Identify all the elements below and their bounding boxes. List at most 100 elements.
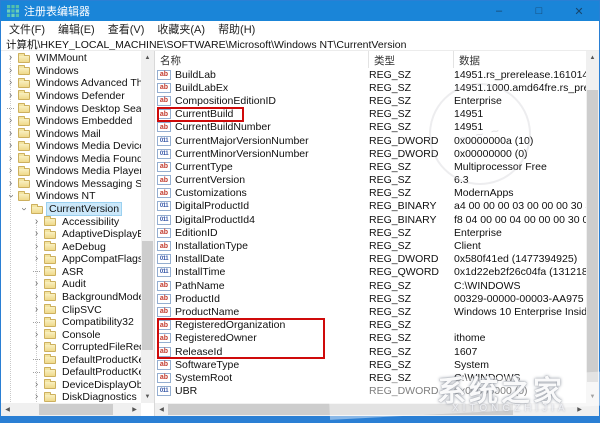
column-header-data[interactable]: 数据 xyxy=(454,51,586,68)
registry-value-row[interactable]: abCurrentBuildREG_SZ14951 xyxy=(155,108,586,121)
menu-item[interactable]: 编辑(E) xyxy=(54,21,104,37)
tree-item-windows-embedded[interactable]: ›Windows Embedded xyxy=(1,115,141,128)
expand-icon[interactable]: › xyxy=(4,166,17,176)
expand-icon[interactable]: › xyxy=(30,305,43,315)
tree-item-windows-media-foundation[interactable]: ›Windows Media Foundation xyxy=(1,153,141,166)
tree-item-accessibility[interactable]: ›Accessibility xyxy=(1,215,141,228)
expand-icon[interactable]: › xyxy=(4,91,17,101)
maximize-button[interactable]: □ xyxy=(519,1,559,21)
tree-item-aedebug[interactable]: ›AeDebug xyxy=(1,240,141,253)
menu-item[interactable]: 文件(F) xyxy=(5,21,54,37)
tree-item-appcompatflags[interactable]: ›AppCompatFlags xyxy=(1,253,141,266)
registry-value-row[interactable]: abRegisteredOwnerREG_SZithome xyxy=(155,332,586,345)
registry-value-row[interactable]: abProductNameREG_SZWindows 10 Enterprise… xyxy=(155,305,586,318)
tree-item-audit[interactable]: ›Audit xyxy=(1,278,141,291)
menu-item[interactable]: 收藏夹(A) xyxy=(153,21,214,37)
expand-icon[interactable]: › xyxy=(4,116,17,126)
expand-icon[interactable]: › xyxy=(4,78,17,88)
scroll-up-icon[interactable]: ▲ xyxy=(141,51,154,64)
expand-icon[interactable]: › xyxy=(4,129,17,139)
close-button[interactable]: ✕ xyxy=(559,1,599,21)
expand-icon[interactable]: › xyxy=(4,154,17,164)
menu-item[interactable]: 查看(V) xyxy=(104,21,154,37)
list-horizontal-scrollbar[interactable]: ◀ ▶ xyxy=(155,403,586,416)
scroll-down-icon[interactable]: ▼ xyxy=(586,390,599,403)
registry-value-row[interactable]: 011CurrentMajorVersionNumberREG_DWORD0x0… xyxy=(155,134,586,147)
scroll-left-icon[interactable]: ◀ xyxy=(155,403,168,416)
column-header-name[interactable]: 名称 xyxy=(155,51,369,68)
menu-item[interactable]: 帮助(H) xyxy=(214,21,264,37)
registry-value-row[interactable]: 011UBRREG_DWORD0x00000000 (0) xyxy=(155,385,586,398)
expand-icon[interactable]: › xyxy=(30,392,43,402)
expand-icon[interactable]: › xyxy=(30,292,43,302)
expand-icon[interactable]: › xyxy=(4,141,17,151)
tree-item-windows-nt[interactable]: ›Windows NT xyxy=(1,190,141,203)
tree-item-console[interactable]: ›Console xyxy=(1,328,141,341)
expand-icon[interactable]: › xyxy=(30,342,43,352)
column-header-type[interactable]: 类型 xyxy=(369,51,454,68)
expand-icon[interactable]: › xyxy=(30,330,43,340)
tree-item-clipsvc[interactable]: ›ClipSVC xyxy=(1,303,141,316)
registry-value-row[interactable]: 011InstallTimeREG_QWORD0x1d22eb2f26c04fa… xyxy=(155,266,586,279)
tree-item-devicedisplayobje[interactable]: ›DeviceDisplayObje xyxy=(1,379,141,392)
registry-value-row[interactable]: abInstallationTypeREG_SZClient xyxy=(155,239,586,252)
collapse-icon[interactable]: › xyxy=(19,203,29,216)
tree-item-windows-advanced-threat[interactable]: ›Windows Advanced Threat xyxy=(1,77,141,90)
tree-item-defaultproductkey2[interactable]: DefaultProductKey2 xyxy=(1,366,141,379)
expand-icon[interactable]: › xyxy=(30,229,43,239)
scroll-right-icon[interactable]: ▶ xyxy=(128,403,141,416)
expand-icon[interactable]: › xyxy=(30,242,43,252)
tree-item-corruptedfilerecov[interactable]: ›CorruptedFileRecov xyxy=(1,341,141,354)
scroll-up-icon[interactable]: ▲ xyxy=(586,51,599,64)
expand-icon[interactable]: › xyxy=(30,217,43,227)
scrollbar-thumb[interactable] xyxy=(142,241,153,350)
scroll-left-icon[interactable]: ◀ xyxy=(1,403,14,416)
tree-item-diskdiagnostics[interactable]: ›DiskDiagnostics xyxy=(1,391,141,403)
registry-value-row[interactable]: abCurrentVersionREG_SZ6.3 xyxy=(155,174,586,187)
registry-value-row[interactable]: abCurrentTypeREG_SZMultiprocessor Free xyxy=(155,160,586,173)
tree-vertical-scrollbar[interactable]: ▲ ▼ xyxy=(141,51,154,403)
tree-item-windows-defender[interactable]: ›Windows Defender xyxy=(1,90,141,103)
expand-icon[interactable]: › xyxy=(4,179,17,189)
registry-value-row[interactable]: 011DigitalProductIdREG_BINARYa4 00 00 00… xyxy=(155,200,586,213)
scrollbar-thumb[interactable] xyxy=(39,404,113,415)
registry-value-row[interactable]: abCustomizationsREG_SZModernApps xyxy=(155,187,586,200)
scrollbar-thumb[interactable] xyxy=(587,90,598,382)
tree-item-windows[interactable]: ›Windows xyxy=(1,65,141,78)
tree-item-backgroundmodel[interactable]: ›BackgroundModel xyxy=(1,291,141,304)
collapse-icon[interactable]: › xyxy=(6,190,16,203)
expand-icon[interactable]: › xyxy=(30,380,43,390)
tree-item-windows-media-player-ns-[interactable]: ›Windows Media Player NS: xyxy=(1,165,141,178)
address-bar[interactable]: 计算机\HKEY_LOCAL_MACHINE\SOFTWARE\Microsof… xyxy=(1,37,599,51)
registry-value-row[interactable]: abBuildLabExREG_SZ14951.1000.amd64fre.rs… xyxy=(155,81,586,94)
tree-item-wimmount[interactable]: ›WIMMount xyxy=(1,52,141,65)
registry-value-row[interactable]: 011InstallDateREG_DWORD0x580f41ed (14773… xyxy=(155,253,586,266)
tree-item-windows-media-device-ma[interactable]: ›Windows Media Device Ma xyxy=(1,140,141,153)
tree-item-windows-mail[interactable]: ›Windows Mail xyxy=(1,127,141,140)
registry-value-row[interactable]: 011DigitalProductId4REG_BINARYf8 04 00 0… xyxy=(155,213,586,226)
tree-horizontal-scrollbar[interactable]: ◀ ▶ xyxy=(1,403,141,416)
tree-item-defaultproductkey[interactable]: DefaultProductKey xyxy=(1,354,141,367)
registry-value-row[interactable]: abPathNameREG_SZC:\WINDOWS xyxy=(155,279,586,292)
registry-value-row[interactable]: abBuildLabREG_SZ14951.rs_prerelease.1610… xyxy=(155,68,586,81)
registry-value-row[interactable]: 011CurrentMinorVersionNumberREG_DWORD0x0… xyxy=(155,147,586,160)
registry-value-row[interactable]: abSystemRootREG_SZC:\WINDOWS xyxy=(155,371,586,384)
tree-item-compatibility32[interactable]: Compatibility32 xyxy=(1,316,141,329)
tree-item-asr[interactable]: ASR xyxy=(1,266,141,279)
scrollbar-thumb[interactable] xyxy=(168,404,513,415)
scroll-down-icon[interactable]: ▼ xyxy=(141,390,154,403)
tree-item-windows-messaging-subsy[interactable]: ›Windows Messaging Subsy xyxy=(1,178,141,191)
registry-value-row[interactable]: abSoftwareTypeREG_SZSystem xyxy=(155,358,586,371)
title-bar[interactable]: 注册表编辑器 – □ ✕ xyxy=(1,1,599,21)
expand-icon[interactable]: › xyxy=(30,254,43,264)
registry-value-row[interactable]: abEditionIDREG_SZEnterprise xyxy=(155,226,586,239)
scroll-right-icon[interactable]: ▶ xyxy=(573,403,586,416)
tree-item-windows-desktop-search[interactable]: Windows Desktop Search xyxy=(1,102,141,115)
registry-value-row[interactable]: abRegisteredOrganizationREG_SZ xyxy=(155,319,586,332)
list-vertical-scrollbar[interactable]: ▲ ▼ xyxy=(586,51,599,403)
registry-value-row[interactable]: abReleaseIdREG_SZ1607 xyxy=(155,345,586,358)
expand-icon[interactable]: › xyxy=(4,53,17,63)
tree-item-adaptivedisplaybrig[interactable]: ›AdaptiveDisplayBrig xyxy=(1,228,141,241)
tree-item-currentversion[interactable]: ›CurrentVersion xyxy=(1,203,141,216)
expand-icon[interactable]: › xyxy=(30,279,43,289)
